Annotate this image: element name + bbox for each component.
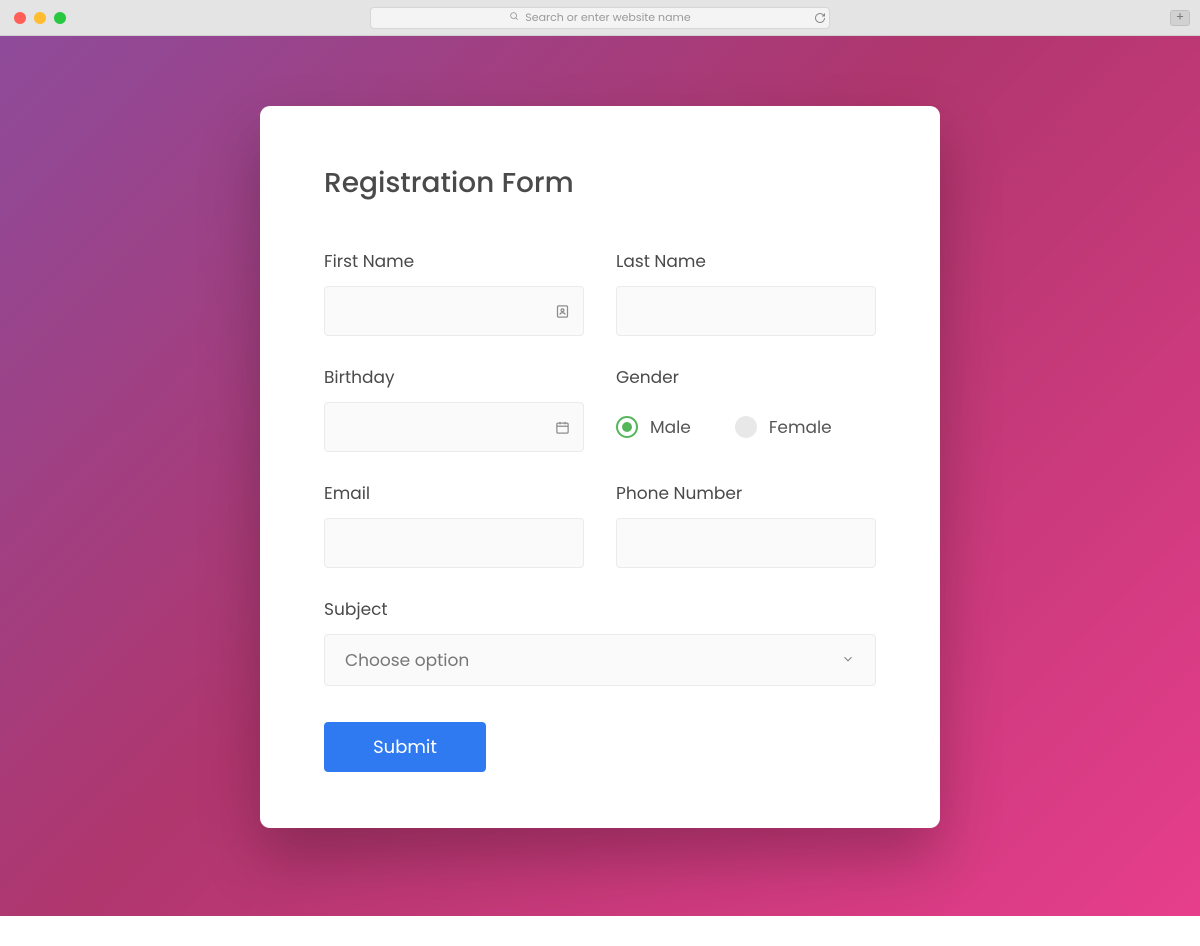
birthday-input[interactable] <box>324 402 584 452</box>
minimize-window-button[interactable] <box>34 12 46 24</box>
form-grid: First Name Last Name Birthday <box>324 248 876 686</box>
gender-label: Gender <box>616 364 876 390</box>
traffic-lights <box>14 12 66 24</box>
gender-female-label: Female <box>769 414 832 440</box>
registration-card: Registration Form First Name Last Name <box>260 106 940 828</box>
submit-button[interactable]: Submit <box>324 722 486 772</box>
birthday-label: Birthday <box>324 364 584 390</box>
email-input[interactable] <box>324 518 584 568</box>
email-label: Email <box>324 480 584 506</box>
subject-select[interactable]: Choose option <box>324 634 876 686</box>
form-title: Registration Form <box>324 162 876 204</box>
first-name-input[interactable] <box>324 286 584 336</box>
phone-label: Phone Number <box>616 480 876 506</box>
title-bar: Search or enter website name + <box>0 0 1200 36</box>
subject-label: Subject <box>324 596 876 622</box>
maximize-window-button[interactable] <box>54 12 66 24</box>
search-icon <box>509 10 519 26</box>
subject-field-group: Subject Choose option <box>324 596 876 686</box>
birthday-field-group: Birthday <box>324 364 584 452</box>
last-name-field-group: Last Name <box>616 248 876 336</box>
phone-input[interactable] <box>616 518 876 568</box>
refresh-icon[interactable] <box>812 10 828 26</box>
last-name-label: Last Name <box>616 248 876 274</box>
radio-unchecked-icon <box>735 416 757 438</box>
last-name-input[interactable] <box>616 286 876 336</box>
subject-selected-text: Choose option <box>345 647 469 673</box>
page-viewport: Registration Form First Name Last Name <box>0 36 1200 946</box>
new-tab-button[interactable]: + <box>1170 10 1190 26</box>
first-name-label: First Name <box>324 248 584 274</box>
address-placeholder: Search or enter website name <box>525 9 690 26</box>
gender-radio-group: Male Female <box>616 402 876 452</box>
gender-male-label: Male <box>650 414 691 440</box>
email-field-group: Email <box>324 480 584 568</box>
calendar-icon[interactable] <box>554 419 570 435</box>
gender-field-group: Gender Male Female <box>616 364 876 452</box>
contact-card-icon <box>554 303 570 319</box>
close-window-button[interactable] <box>14 12 26 24</box>
radio-checked-icon <box>616 416 638 438</box>
gender-male-radio[interactable]: Male <box>616 414 691 440</box>
gender-female-radio[interactable]: Female <box>735 414 832 440</box>
chevron-down-icon <box>841 647 855 673</box>
browser-window: Search or enter website name + Registrat… <box>0 0 1200 946</box>
phone-field-group: Phone Number <box>616 480 876 568</box>
first-name-field-group: First Name <box>324 248 584 336</box>
address-bar[interactable]: Search or enter website name <box>370 7 830 29</box>
